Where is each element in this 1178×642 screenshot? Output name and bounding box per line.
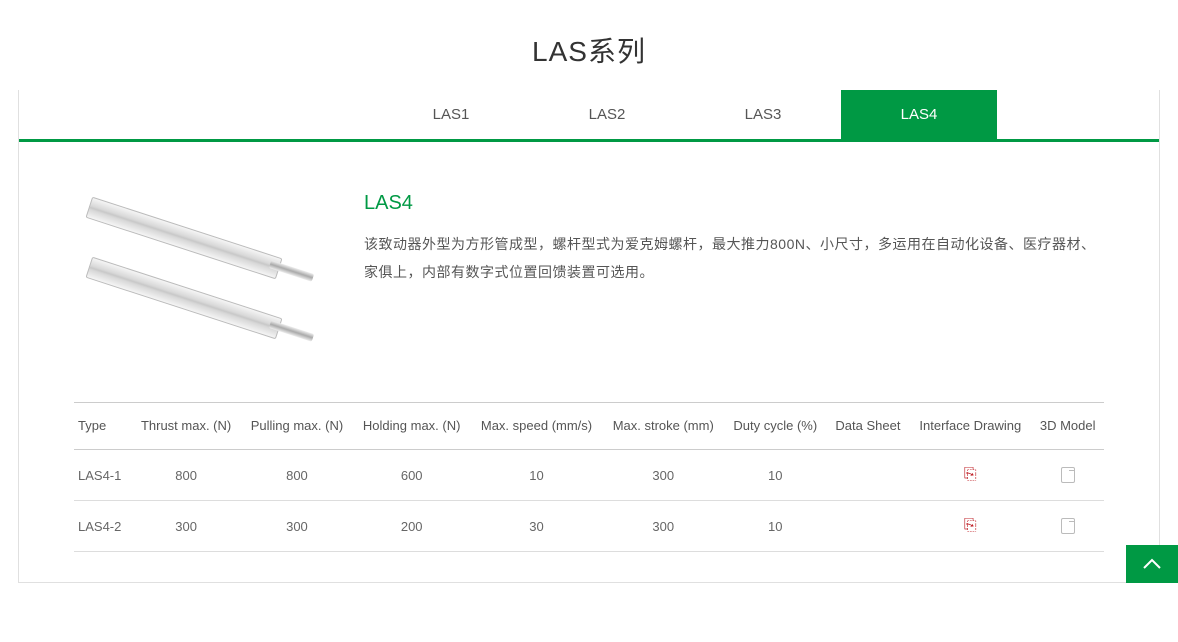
cell-holding: 600: [353, 450, 470, 501]
product-name: LAS4: [364, 192, 1104, 215]
cell-stroke: 300: [603, 501, 724, 552]
table-row: LAS4-1 800 800 600 10 300 10 ⎘: [74, 450, 1104, 501]
file-icon[interactable]: [1061, 518, 1075, 534]
col-speed: Max. speed (mm/s): [470, 403, 602, 450]
product-header: LAS4 该致动器外型为方形管成型，螺杆型式为爱克姆螺杆，最大推力800N、小尺…: [74, 192, 1104, 372]
col-pulling: Pulling max. (N): [241, 403, 353, 450]
pdf-icon[interactable]: ⎘: [964, 517, 977, 535]
product-container: LAS1 LAS2 LAS3 LAS4 LAS4 该致动器外型为方形管成型，螺杆…: [18, 90, 1160, 583]
cell-thrust: 300: [131, 501, 241, 552]
tab-spacer: [997, 90, 1159, 139]
col-3dmodel: 3D Model: [1031, 403, 1104, 450]
table-row: LAS4-2 300 300 200 30 300 10 ⎘: [74, 501, 1104, 552]
tab-las2[interactable]: LAS2: [529, 90, 685, 139]
scroll-top-button[interactable]: [1126, 545, 1178, 583]
product-info: LAS4 该致动器外型为方形管成型，螺杆型式为爱克姆螺杆，最大推力800N、小尺…: [364, 192, 1104, 372]
col-stroke: Max. stroke (mm): [603, 403, 724, 450]
cell-duty: 10: [724, 450, 827, 501]
tab-content: LAS4 该致动器外型为方形管成型，螺杆型式为爱克姆螺杆，最大推力800N、小尺…: [19, 142, 1159, 582]
tab-spacer: [19, 90, 373, 139]
cell-datasheet: [827, 501, 910, 552]
cell-pulling: 300: [241, 501, 353, 552]
product-image: [74, 192, 334, 372]
tab-las1[interactable]: LAS1: [373, 90, 529, 139]
chevron-up-icon: [1142, 558, 1162, 570]
file-icon[interactable]: [1061, 467, 1075, 483]
tab-las4[interactable]: LAS4: [841, 90, 997, 139]
cell-holding: 200: [353, 501, 470, 552]
col-datasheet: Data Sheet: [827, 403, 910, 450]
cell-speed: 10: [470, 450, 602, 501]
product-description: 该致动器外型为方形管成型，螺杆型式为爱克姆螺杆，最大推力800N、小尺寸，多运用…: [364, 230, 1104, 286]
page-title: LAS系列: [0, 0, 1178, 90]
table-header-row: Type Thrust max. (N) Pulling max. (N) Ho…: [74, 403, 1104, 450]
tab-bar: LAS1 LAS2 LAS3 LAS4: [19, 90, 1159, 142]
cell-pulling: 800: [241, 450, 353, 501]
cell-speed: 30: [470, 501, 602, 552]
pdf-icon[interactable]: ⎘: [964, 466, 977, 484]
col-holding: Holding max. (N): [353, 403, 470, 450]
spec-table: Type Thrust max. (N) Pulling max. (N) Ho…: [74, 402, 1104, 552]
cell-type: LAS4-1: [74, 450, 131, 501]
col-drawing: Interface Drawing: [909, 403, 1031, 450]
col-type: Type: [74, 403, 131, 450]
col-duty: Duty cycle (%): [724, 403, 827, 450]
col-thrust: Thrust max. (N): [131, 403, 241, 450]
tab-las3[interactable]: LAS3: [685, 90, 841, 139]
cell-datasheet: [827, 450, 910, 501]
cell-duty: 10: [724, 501, 827, 552]
cell-type: LAS4-2: [74, 501, 131, 552]
cell-thrust: 800: [131, 450, 241, 501]
cell-stroke: 300: [603, 450, 724, 501]
